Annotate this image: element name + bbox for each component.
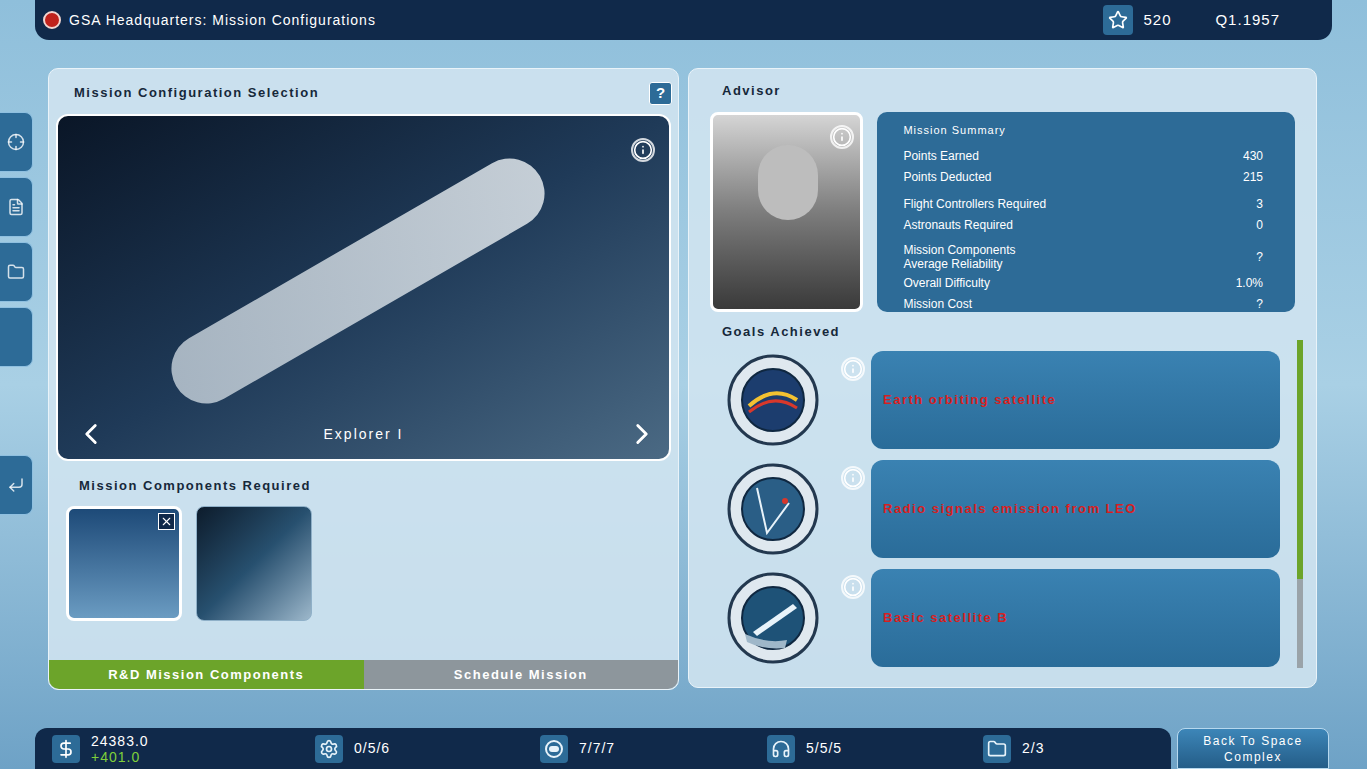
back-button[interactable]: Back To Space Complex (1177, 728, 1329, 769)
status-stat: 5/5/5 (767, 735, 983, 763)
game-date: Q1.1957 (1215, 9, 1280, 32)
goal-label: Radio signals emission from LEO (883, 499, 1137, 519)
goal-badge-icon (727, 354, 819, 446)
info-icon[interactable] (841, 575, 865, 599)
headset-icon (771, 739, 791, 759)
panel-tab[interactable]: Schedule Mission (364, 660, 679, 689)
prestige-points: 520 (1143, 9, 1215, 32)
chevron-right-icon (625, 417, 659, 451)
remove-component-button[interactable] (158, 513, 175, 530)
funds-icon (52, 735, 80, 763)
info-icon[interactable] (631, 138, 655, 162)
panel-heading: Mission Configuration Selection (74, 83, 319, 103)
summary-row: Mission Components Average Reliability? (903, 243, 1269, 271)
mission-summary: Mission Summary Points Earned430 Points De… (877, 112, 1295, 312)
summary-title: Mission Summary (903, 122, 1269, 139)
status-stat: 2/3 (983, 735, 1133, 763)
goals-heading: Goals Achieved (689, 322, 1316, 342)
mission-name: Explorer I (58, 424, 669, 445)
goals-scrollbar[interactable] (1297, 340, 1303, 668)
gear-icon (319, 739, 339, 759)
status-stat: 0/5/6 (315, 735, 540, 763)
side-tab[interactable] (0, 242, 33, 302)
info-icon[interactable] (841, 357, 865, 381)
income: +401.0 (91, 749, 149, 765)
document-icon (7, 198, 25, 216)
side-tab[interactable] (0, 112, 33, 172)
side-tab[interactable] (0, 177, 33, 237)
help-button[interactable]: ? (649, 82, 672, 105)
goal-badge-icon (727, 572, 819, 664)
goal-row[interactable]: Basic satellite B (727, 569, 1280, 667)
panel-tab[interactable]: R&D Mission Components (49, 660, 364, 689)
goal-box: Basic satellite B (871, 569, 1280, 667)
panel-heading: Advisor (689, 69, 1316, 107)
goal-badge-icon (727, 463, 819, 555)
funds: 24383.0 (91, 733, 149, 749)
summary-row: Points Earned430 (903, 147, 1269, 165)
return-icon (7, 476, 25, 494)
side-tab[interactable] (0, 307, 33, 367)
next-mission-button[interactable] (625, 417, 659, 451)
chevron-left-icon (74, 417, 108, 451)
side-tabs (0, 68, 33, 690)
goal-row[interactable]: Earth orbiting satellite (727, 351, 1280, 449)
component-card[interactable] (66, 506, 182, 621)
close-icon (160, 515, 173, 528)
side-tab[interactable] (0, 455, 33, 515)
advisor-portrait (710, 112, 863, 312)
advisor-panel: Advisor Mission Summary Points Earned430 Po… (688, 68, 1317, 688)
status-bar: 24383.0+401.0 0/5/67/7/75/5/52/3 (35, 728, 1171, 769)
info-icon[interactable] (830, 125, 854, 149)
mission-image: Explorer I (56, 114, 671, 461)
status-stat: 7/7/7 (540, 735, 767, 763)
goal-label: Basic satellite B (883, 608, 1008, 628)
configuration-panel: Mission Configuration Selection? Explorer… (48, 68, 679, 690)
summary-row: Points Deducted215 (903, 168, 1269, 186)
screen-title: GSA Headquarters: Mission Configurations (69, 10, 376, 31)
folder-icon (987, 739, 1007, 759)
previous-mission-button[interactable] (74, 417, 108, 451)
gsa-logo-icon (43, 11, 61, 29)
component-card[interactable] (196, 506, 312, 621)
info-icon[interactable] (841, 466, 865, 490)
helmet-icon (544, 739, 564, 759)
summary-row: Mission Cost? (903, 295, 1269, 313)
goal-label: Earth orbiting satellite (883, 390, 1056, 410)
folder-icon (7, 263, 25, 281)
goal-box: Radio signals emission from LEO (871, 460, 1280, 558)
scrollbar-thumb[interactable] (1297, 340, 1303, 579)
summary-row: Astronauts Required0 (903, 216, 1269, 234)
top-bar: GSA Headquarters: Mission Configurations… (35, 0, 1332, 40)
panel-tabs: R&D Mission ComponentsSchedule Mission (49, 660, 678, 689)
goal-row[interactable]: Radio signals emission from LEO (727, 460, 1280, 558)
app: GSA Headquarters: Mission Configurations… (0, 0, 1367, 769)
summary-row: Overall Difficulty1.0% (903, 274, 1269, 292)
goal-box: Earth orbiting satellite (871, 351, 1280, 449)
summary-row: Flight Controllers Required3 (903, 195, 1269, 213)
components-heading: Mission Components Required (49, 476, 678, 496)
prestige-star-icon (1103, 5, 1133, 35)
orbit-icon (7, 133, 25, 151)
